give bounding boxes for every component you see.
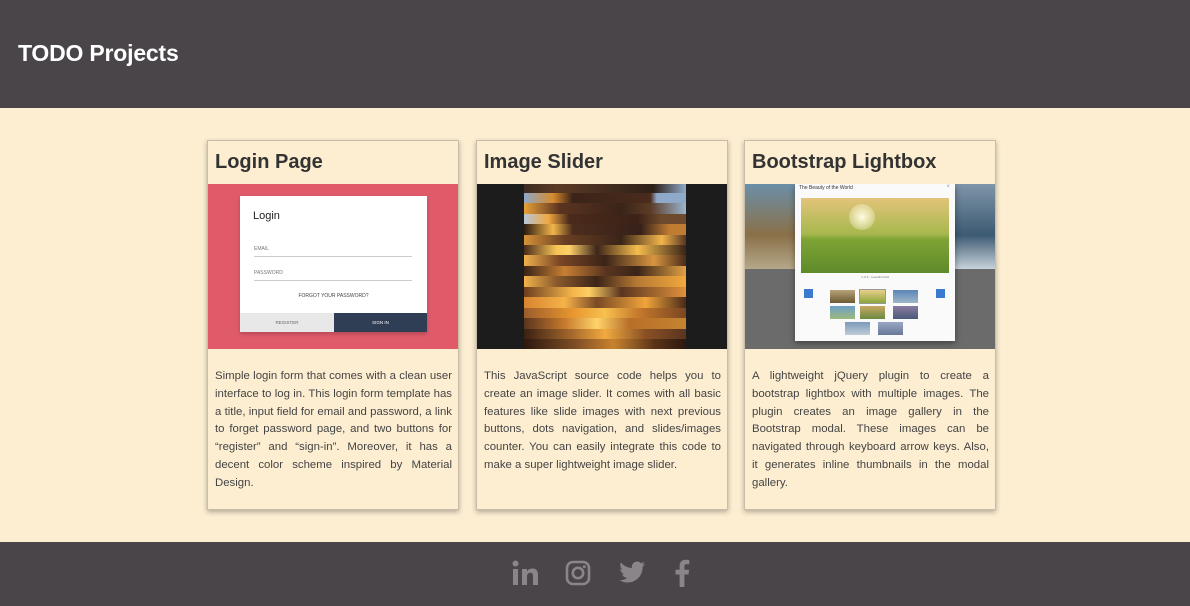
thumbnail — [893, 290, 918, 303]
thumbnail — [893, 306, 918, 319]
signin-button: SIGN IN — [334, 313, 427, 332]
site-header: TODO Projects — [0, 0, 1190, 108]
thumbnail — [860, 306, 885, 319]
modal-caption: 1 of 6 · beautiful field — [861, 275, 889, 279]
card-description: A lightweight jQuery plugin to create a … — [752, 370, 989, 489]
projects-section: Login Page Login EMAIL PASSWORD FORGOT Y… — [0, 108, 1190, 542]
thumbnail — [830, 306, 855, 319]
thumbnail — [845, 322, 870, 335]
project-card-bootstrap-lightbox[interactable]: Bootstrap Lightbox The Beauty of the Wor… — [744, 140, 996, 510]
forgot-password-link: FORGOT YOUR PASSWORD? — [298, 293, 369, 299]
image-slider-preview-image[interactable] — [477, 184, 727, 349]
project-card-image-slider[interactable]: Image Slider This JavaScript source code… — [476, 140, 728, 510]
register-button: REGISTER — [240, 313, 334, 332]
project-card-login-page[interactable]: Login Page Login EMAIL PASSWORD FORGOT Y… — [207, 140, 459, 510]
background-photo-right — [953, 184, 995, 269]
next-arrow-icon — [936, 289, 945, 298]
instagram-icon[interactable] — [565, 560, 591, 586]
thumbnail — [878, 322, 903, 335]
thumbnail — [830, 290, 855, 303]
linkedin-icon[interactable] — [512, 560, 539, 586]
login-page-preview-image[interactable]: Login EMAIL PASSWORD FORGOT YOUR PASSWOR… — [208, 184, 458, 349]
background-photo-left — [745, 184, 795, 269]
lightbox-modal-preview: The Beauty of the World × 1 of 6 · beaut… — [795, 184, 955, 341]
card-description: Simple login form that comes with a clea… — [215, 370, 452, 489]
prev-arrow-icon — [804, 289, 813, 298]
login-form-preview: Login EMAIL PASSWORD FORGOT YOUR PASSWOR… — [240, 196, 427, 332]
password-field: PASSWORD — [254, 270, 412, 281]
facebook-icon[interactable] — [674, 559, 690, 587]
card-title[interactable]: Login Page — [215, 151, 323, 174]
login-form-title: Login — [253, 210, 280, 222]
twitter-icon[interactable] — [619, 561, 646, 584]
modal-main-photo — [801, 198, 949, 273]
bootstrap-lightbox-preview-image[interactable]: The Beauty of the World × 1 of 6 · beaut… — [745, 184, 995, 349]
sliced-photo — [524, 184, 686, 349]
close-icon: × — [946, 184, 950, 190]
sun-glow — [849, 204, 875, 230]
site-title: TODO Projects — [18, 40, 179, 66]
email-field: EMAIL — [254, 246, 412, 257]
modal-title: The Beauty of the World — [799, 185, 853, 191]
card-title[interactable]: Image Slider — [484, 151, 603, 174]
card-title[interactable]: Bootstrap Lightbox — [752, 151, 936, 174]
thumbnail — [859, 289, 886, 304]
site-footer — [0, 542, 1190, 606]
card-description: This JavaScript source code helps you to… — [484, 370, 721, 471]
